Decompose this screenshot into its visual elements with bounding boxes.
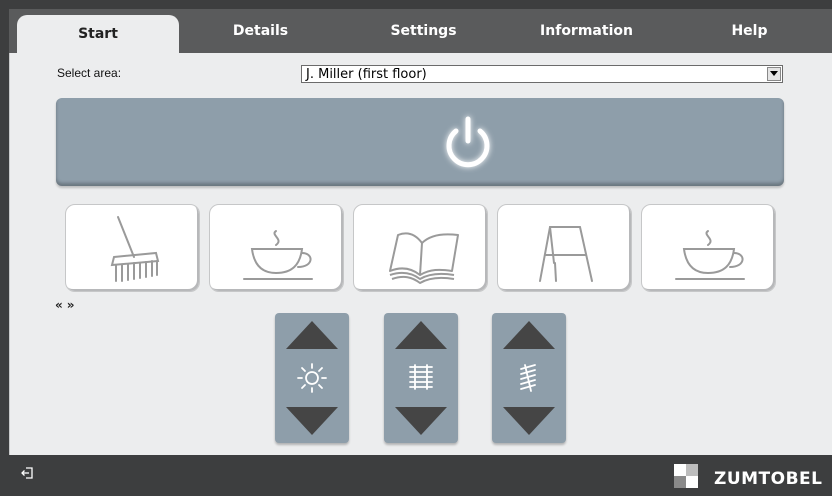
slat-angle-up-button[interactable] [501,319,557,351]
open-book-icon [389,232,459,284]
blinds-control [384,313,458,443]
slat-angle-control [492,313,566,443]
blinds-up-button[interactable] [393,319,449,351]
area-select[interactable]: J. Miller (first floor) [301,65,783,83]
scene-pager: «» [55,298,79,312]
zumtobel-logo-mark [674,464,698,488]
footer-bar [0,455,832,496]
chevron-down-icon[interactable] [767,67,781,81]
blinds-down-button[interactable] [393,405,449,437]
brand-logo: ZUMTOBEL [714,469,823,489]
coffee-cup-icon [243,230,313,280]
pager-prev-button[interactable]: « [55,298,63,312]
pager-next-button[interactable]: » [67,298,75,312]
tab-details[interactable]: Details [179,9,342,53]
brightness-control [275,313,349,443]
scene-button-coffee-break-2[interactable] [641,204,776,292]
slat-angle-icon [520,364,536,392]
area-select-value: J. Miller (first floor) [306,67,427,82]
flipchart-icon [539,226,593,282]
tab-bar: Start Details Settings Information Help [9,9,832,53]
broom-icon [110,216,160,282]
scene-button-presentation[interactable] [497,204,632,292]
tab-start[interactable]: Start [17,15,179,53]
scene-button-reading[interactable] [353,204,488,292]
coffee-cup-icon [675,230,745,280]
power-icon [446,116,490,168]
scene-button-cleaning[interactable] [65,204,200,292]
logout-icon[interactable] [20,466,34,480]
tab-help[interactable]: Help [668,9,831,53]
tab-settings[interactable]: Settings [342,9,505,53]
tab-information[interactable]: Information [505,9,668,53]
select-area-label: Select area: [57,66,122,80]
brightness-up-button[interactable] [284,319,340,351]
slat-angle-down-button[interactable] [501,405,557,437]
brightness-icon [297,363,327,393]
blinds-icon [409,364,433,390]
power-button[interactable] [56,98,784,186]
scene-button-coffee-break[interactable] [209,204,344,292]
brightness-down-button[interactable] [284,405,340,437]
